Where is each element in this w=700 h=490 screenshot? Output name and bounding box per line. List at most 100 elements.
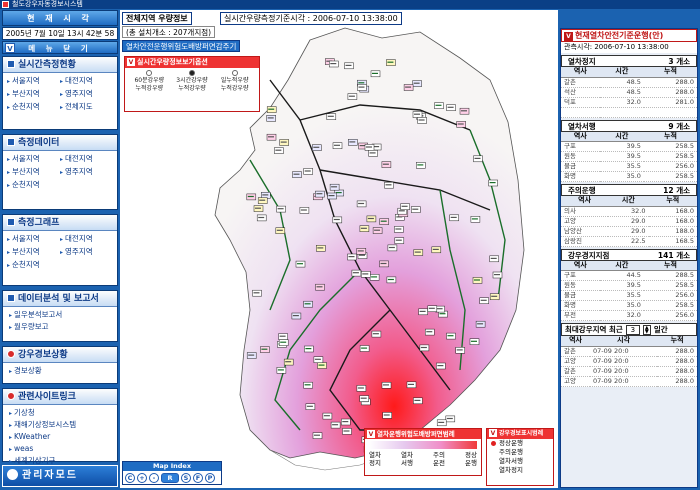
station-marker-label: [277, 369, 284, 371]
map-area[interactable]: 전체지역 우량정보 실시간우량측정기준시각 : 2006-07-10 13:38…: [120, 10, 558, 488]
map-r-button[interactable]: R: [161, 473, 179, 483]
section-alert-header[interactable]: 강우경보상황: [3, 347, 117, 363]
table-row[interactable]: 고양 07-09 20:0 288.0: [561, 376, 697, 387]
zoom-out-button[interactable]: -: [149, 473, 159, 483]
cell: 39.5: [599, 151, 644, 162]
radio-button[interactable]: [188, 70, 195, 76]
v-icon: V: [367, 430, 375, 438]
table-row[interactable]: 물금 35.5 256.0: [561, 161, 697, 172]
section-data-header[interactable]: 측정데이터: [3, 135, 117, 151]
recent-label: 최대강우지역 최근: [565, 325, 623, 334]
section-graph-header[interactable]: 측정그래프: [3, 215, 117, 231]
install-count: (총 설치개소 : 207개지점): [122, 26, 216, 38]
cell: 고양: [561, 356, 591, 367]
link-suncheon[interactable]: 순천지역: [7, 101, 60, 113]
station-marker-label: [258, 216, 265, 219]
link-busan[interactable]: 부산지역: [7, 246, 60, 258]
recent-max-rain-control: 최대강우지역 최근 3 ▲ ▼ 일간: [561, 323, 697, 336]
table-row[interactable]: 구포 39.5 258.5: [561, 141, 697, 152]
table-row[interactable]: 원동 39.5 258.5: [561, 151, 697, 162]
table-row[interactable]: 갈촌 07-09 20:0 288.0: [561, 346, 697, 357]
menu-close-button[interactable]: V메 뉴 닫 기: [2, 41, 118, 54]
link-suncheon[interactable]: 순천지역: [7, 259, 60, 271]
station-marker-label: [323, 415, 330, 417]
link-yeongju[interactable]: 영주지역: [60, 88, 113, 100]
table-row[interactable]: 부전 32.0 256.0: [561, 310, 697, 321]
chart-icon: [7, 218, 15, 226]
station-marker-label: [374, 229, 381, 231]
station-marker-label: [471, 218, 478, 220]
station-marker-label: [348, 95, 355, 97]
link-yeongju[interactable]: 영주지역: [60, 166, 113, 178]
station-marker-label: [447, 335, 454, 337]
section-title: 관련사이트링크: [18, 392, 76, 402]
admin-mode-button[interactable]: 관리자모드: [2, 465, 118, 487]
map-p-button[interactable]: P: [205, 473, 215, 483]
window-titlebar: 철도강우자동경보시스템: [0, 0, 700, 9]
link-busan[interactable]: 부산지역: [7, 166, 60, 178]
station-marker-label: [259, 199, 266, 201]
map-f-button[interactable]: F: [193, 473, 203, 483]
table-row[interactable]: 고양 29.0 168.0: [561, 216, 697, 227]
station-marker-label: [383, 384, 389, 386]
alarm-label: 열차서행: [499, 457, 523, 465]
table-row[interactable]: 남양산 29.0 188.0: [561, 226, 697, 237]
link-seoul[interactable]: 서울지역: [7, 233, 60, 245]
radio-button[interactable]: [231, 70, 238, 76]
section-analysis-header[interactable]: 데이터분석 및 보고서: [3, 291, 117, 307]
cell: 288.0: [643, 87, 697, 98]
train-risk-button[interactable]: 열차안전운행위험도배방퍼면감주기: [122, 40, 241, 52]
station-marker-label: [437, 365, 444, 367]
link-seoul[interactable]: 서울지역: [7, 75, 60, 87]
link-weas[interactable]: weas: [9, 443, 111, 455]
cell: 256.0: [643, 310, 697, 321]
station-marker-label: [280, 141, 287, 143]
section-count: 141 개소: [657, 250, 690, 260]
link-kweather[interactable]: KWeather: [9, 431, 111, 443]
link-busan[interactable]: 부산지역: [7, 88, 60, 100]
data-table: 역사 시간 누적 갈촌 48.5 288.0 석산 48.5 288.0 덕포 32.0 281…: [561, 67, 697, 118]
link-daejeon[interactable]: 대전지역: [60, 233, 113, 245]
table-row[interactable]: 구포 44.5 288.5: [561, 270, 697, 281]
section-realtime-header[interactable]: 실시간측정현황: [3, 57, 117, 73]
link-monthly-report[interactable]: 월우량보고: [9, 321, 111, 333]
link-analysis-report[interactable]: 일우분석보고서: [9, 309, 111, 321]
table-row[interactable]: 갈촌 07-09 20:0 288.0: [561, 366, 697, 377]
radio-button[interactable]: [146, 70, 153, 76]
table-row[interactable]: 화명 35.0 258.5: [561, 300, 697, 311]
column-header: 시간: [608, 196, 649, 207]
link-disaster-weather[interactable]: 재해기상정보시스템: [9, 419, 111, 431]
link-alert-status[interactable]: 경보상황: [9, 365, 111, 377]
link-all-map[interactable]: 전체지도: [60, 101, 113, 113]
link-kma[interactable]: 기상청: [9, 407, 111, 419]
table-row[interactable]: 화명 35.0 258.5: [561, 171, 697, 182]
link-yeongju[interactable]: 영주지역: [60, 246, 113, 258]
station-marker-label: [297, 263, 303, 265]
table-row[interactable]: 고양 07-09 20:0 288.0: [561, 356, 697, 367]
link-suncheon[interactable]: 순천지역: [7, 179, 60, 191]
section-title: 측정그래프: [18, 218, 60, 228]
table-row[interactable]: 의사 32.0 168.0: [561, 206, 697, 217]
table-row[interactable]: 석산 48.5 288.0: [561, 87, 697, 98]
map-center-button[interactable]: C: [125, 473, 135, 483]
days-select[interactable]: 3: [625, 324, 640, 335]
zoom-in-button[interactable]: +: [137, 473, 147, 483]
map-s-button[interactable]: S: [181, 473, 191, 483]
alarm-row: 정상운행: [487, 439, 553, 448]
section-header: 강우경지지점 141 개소: [561, 248, 697, 261]
table-row[interactable]: 덕포 32.0 281.0: [561, 97, 697, 108]
station-marker-label: [360, 227, 367, 229]
spinner-arrows-icon[interactable]: ▲ ▼: [642, 324, 651, 335]
link-seoul[interactable]: 서울지역: [7, 153, 60, 165]
section-links-header[interactable]: 관련사이트링크: [3, 389, 117, 405]
link-daejeon[interactable]: 대전지역: [60, 153, 113, 165]
table-row[interactable]: 갈촌 48.5 288.0: [561, 77, 697, 88]
table-row[interactable]: 물금 35.5 256.0: [561, 290, 697, 301]
station-marker-label: [268, 108, 275, 110]
link-daejeon[interactable]: 대전지역: [60, 75, 113, 87]
column-header: 누적: [657, 336, 697, 347]
station-marker-label: [276, 229, 283, 231]
table-row[interactable]: 삼랑진 22.5 168.5: [561, 236, 697, 247]
column-header: 역사: [561, 131, 600, 142]
table-row[interactable]: 원동 39.5 258.5: [561, 280, 697, 291]
